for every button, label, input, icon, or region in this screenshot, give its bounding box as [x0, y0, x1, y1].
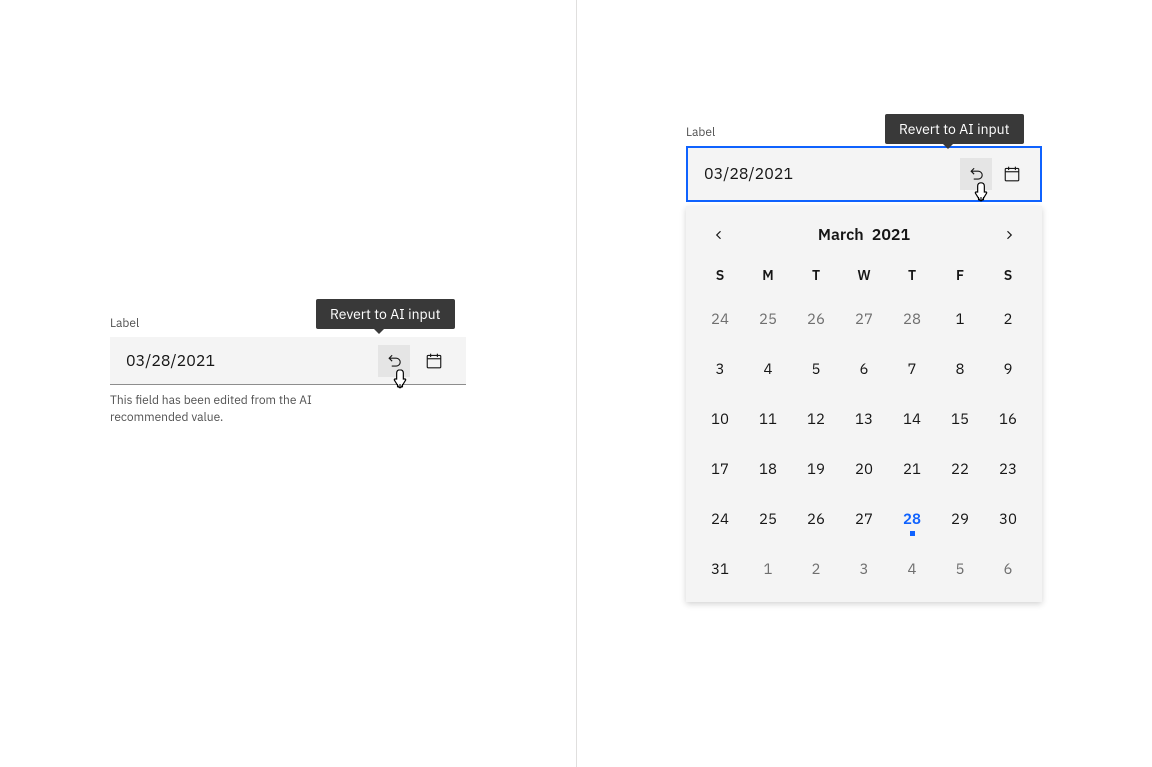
calendar-day[interactable]: 12: [792, 400, 840, 438]
calendar-day[interactable]: 23: [984, 450, 1032, 488]
calendar-day[interactable]: 4: [888, 550, 936, 588]
calendar-day[interactable]: 5: [936, 550, 984, 588]
calendar-day[interactable]: 27: [840, 500, 888, 538]
calendar-day[interactable]: 16: [984, 400, 1032, 438]
calendar-day[interactable]: 25: [744, 300, 792, 338]
prev-month-button[interactable]: [704, 220, 734, 250]
revert-button[interactable]: [378, 345, 410, 377]
chevron-right-icon: [1003, 229, 1015, 241]
calendar-day[interactable]: 13: [840, 400, 888, 438]
calendar-day[interactable]: 28: [888, 300, 936, 338]
calendar-weekday: S: [696, 266, 744, 284]
calendar-day[interactable]: 10: [696, 400, 744, 438]
calendar-day[interactable]: 9: [984, 350, 1032, 388]
calendar-day[interactable]: 14: [888, 400, 936, 438]
calendar-day[interactable]: 18: [744, 450, 792, 488]
calendar-day[interactable]: 29: [936, 500, 984, 538]
calendar-popover: March2021 SMTWTFS24252627281234567891011…: [686, 206, 1042, 602]
calendar-day[interactable]: 4: [744, 350, 792, 388]
chevron-left-icon: [713, 229, 725, 241]
calendar-day[interactable]: 30: [984, 500, 1032, 538]
calendar-day[interactable]: 27: [840, 300, 888, 338]
calendar-year: 2021: [872, 225, 910, 245]
panel-divider: [576, 0, 577, 767]
calendar-weekday: W: [840, 266, 888, 284]
revert-button[interactable]: [960, 158, 992, 190]
calendar-day[interactable]: 19: [792, 450, 840, 488]
calendar-month: March: [818, 225, 864, 245]
calendar-day[interactable]: 2: [984, 300, 1032, 338]
next-month-button[interactable]: [994, 220, 1024, 250]
calendar-grid: SMTWTFS242526272812345678910111213141516…: [690, 256, 1038, 592]
calendar-weekday: S: [984, 266, 1032, 284]
calendar-day[interactable]: 28: [888, 500, 936, 538]
calendar-weekday: T: [792, 266, 840, 284]
calendar-day[interactable]: 11: [744, 400, 792, 438]
left-panel: Label 03/28/2021 Revert to AI inpu: [110, 316, 466, 427]
calendar-day[interactable]: 5: [792, 350, 840, 388]
right-panel: Label 03/28/2021 Revert to AI inpu: [686, 125, 1042, 602]
calendar-day[interactable]: 3: [840, 550, 888, 588]
calendar-day[interactable]: 25: [744, 500, 792, 538]
calendar-day[interactable]: 1: [744, 550, 792, 588]
helper-text: This field has been edited from the AI r…: [110, 393, 370, 427]
date-input-value[interactable]: 03/28/2021: [126, 351, 370, 371]
calendar-weekday: M: [744, 266, 792, 284]
undo-icon: [967, 165, 985, 183]
calendar-day[interactable]: 21: [888, 450, 936, 488]
calendar-day[interactable]: 8: [936, 350, 984, 388]
date-input-wrapper-focused[interactable]: 03/28/2021 Revert to AI input: [686, 146, 1042, 202]
calendar-day[interactable]: 2: [792, 550, 840, 588]
tooltip-text: Revert to AI input: [899, 120, 1010, 138]
tooltip: Revert to AI input: [316, 299, 455, 329]
calendar-icon: [1003, 165, 1021, 183]
calendar-day[interactable]: 26: [792, 500, 840, 538]
undo-icon: [385, 352, 403, 370]
calendar-day[interactable]: 6: [840, 350, 888, 388]
calendar-day[interactable]: 24: [696, 300, 744, 338]
date-input-wrapper[interactable]: 03/28/2021 Revert to AI input: [110, 337, 466, 385]
calendar-icon: [425, 352, 443, 370]
calendar-day[interactable]: 1: [936, 300, 984, 338]
open-calendar-button[interactable]: [996, 158, 1028, 190]
calendar-day[interactable]: 3: [696, 350, 744, 388]
tooltip-text: Revert to AI input: [330, 305, 441, 323]
calendar-header: March 2021: [690, 214, 1038, 256]
calendar-day[interactable]: 6: [984, 550, 1032, 588]
calendar-weekday: T: [888, 266, 936, 284]
calendar-title[interactable]: March 2021: [818, 225, 910, 245]
calendar-weekday: F: [936, 266, 984, 284]
date-input-value[interactable]: 03/28/2021: [704, 164, 956, 184]
calendar-day[interactable]: 31: [696, 550, 744, 588]
calendar-day[interactable]: 22: [936, 450, 984, 488]
tooltip: Revert to AI input: [885, 114, 1024, 144]
calendar-day[interactable]: 7: [888, 350, 936, 388]
calendar-day[interactable]: 26: [792, 300, 840, 338]
calendar-day[interactable]: 20: [840, 450, 888, 488]
open-calendar-button[interactable]: [418, 345, 450, 377]
calendar-day[interactable]: 24: [696, 500, 744, 538]
calendar-day[interactable]: 15: [936, 400, 984, 438]
calendar-day[interactable]: 17: [696, 450, 744, 488]
